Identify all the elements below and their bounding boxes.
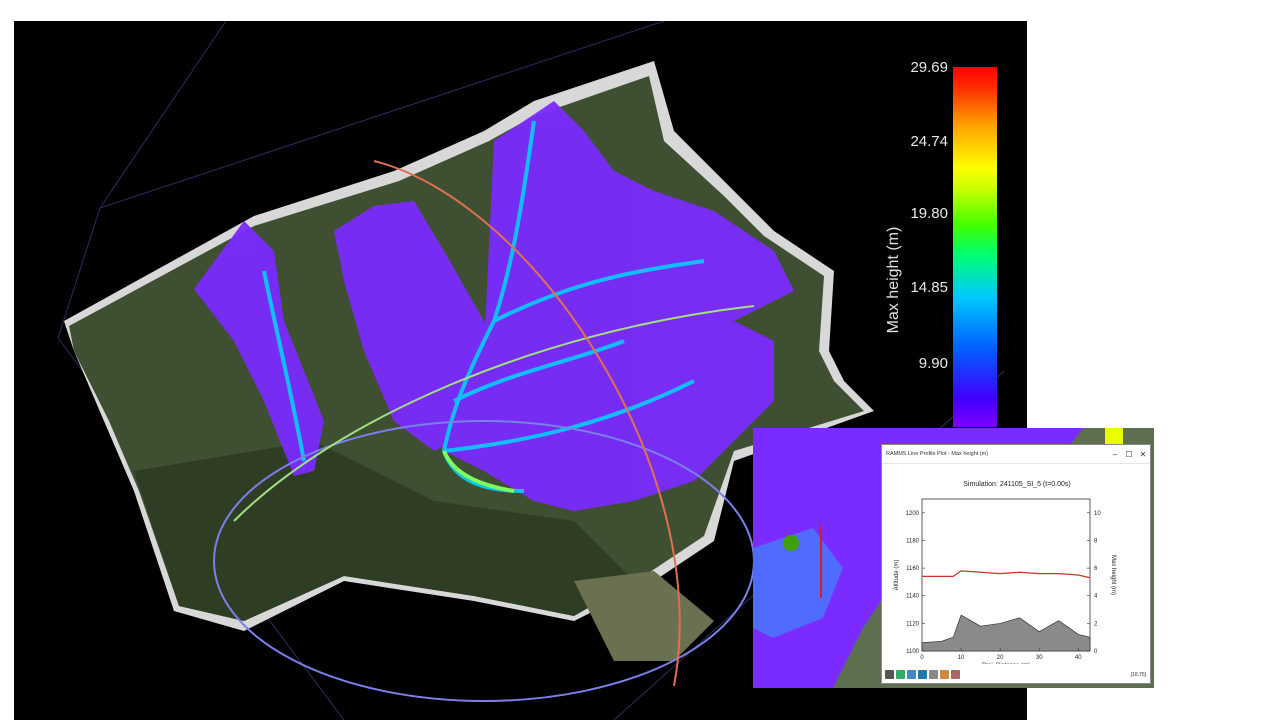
- profile-plot: 0 10 20 30 40 1100 1120 1140 1160 1180 1200 0 2 4 6 8 10…: [894, 498, 1116, 664]
- y2-tick-label: 2: [1094, 621, 1098, 627]
- plot-title: Simulation: 241105_SI_5 (t=0.00s): [963, 481, 1071, 488]
- copy-icon[interactable]: [907, 670, 916, 679]
- window-title: RAMMS Line Profile Plot - Max height (m): [886, 451, 989, 457]
- y-axis-label: Altitude (m): [894, 560, 900, 591]
- minimize-button[interactable]: –: [1108, 450, 1122, 459]
- zoom-icon[interactable]: [918, 670, 927, 679]
- y2-tick-label: 8: [1094, 538, 1098, 544]
- x-tick-label: 10: [958, 655, 965, 661]
- close-button[interactable]: ✕: [1136, 450, 1150, 459]
- colorbar: [953, 67, 997, 427]
- y2-tick-label: 4: [1094, 594, 1098, 600]
- x-axis-label: Proj. Distance (m): [982, 663, 1030, 664]
- x-tick-label: 20: [997, 655, 1004, 661]
- window-titlebar: RAMMS Line Profile Plot - Max height (m)…: [882, 445, 1150, 464]
- colorbar-title: Max height (m): [885, 226, 902, 334]
- status-text: [18,75]: [1130, 672, 1146, 678]
- y-tick-label: 1140: [906, 594, 920, 600]
- y2-tick-label: 10: [1094, 511, 1101, 517]
- y-tick-label: 1180: [906, 538, 920, 544]
- y-tick-label: 1160: [906, 566, 920, 572]
- maximize-button[interactable]: ☐: [1122, 450, 1136, 459]
- x-tick-label: 0: [920, 655, 924, 661]
- height-area: [921, 614, 1091, 652]
- colorbar-tick: 29.69: [910, 59, 948, 76]
- line-profile-window[interactable]: RAMMS Line Profile Plot - Max height (m)…: [881, 444, 1151, 684]
- plot-toolbar: [885, 670, 960, 679]
- save-icon[interactable]: [896, 670, 905, 679]
- print-icon[interactable]: [885, 670, 894, 679]
- y-tick-label: 1120: [906, 621, 920, 627]
- y-tick-label: 1100: [906, 649, 920, 655]
- export-icon[interactable]: [951, 670, 960, 679]
- y2-tick-label: 6: [1094, 566, 1098, 572]
- settings-icon[interactable]: [929, 670, 938, 679]
- x-tick-label: 30: [1036, 655, 1043, 661]
- altitude-line: [922, 570, 1091, 579]
- y-tick-label: 1200: [906, 511, 920, 517]
- y2-tick-label: 0: [1094, 649, 1098, 655]
- y2-axis-label: Max height (m): [1110, 555, 1116, 595]
- inset-panel: RAMMS Line Profile Plot - Max height (m)…: [753, 428, 1154, 688]
- pencil-icon[interactable]: [940, 670, 949, 679]
- x-tick-label: 40: [1075, 655, 1082, 661]
- colorbar-tick: 24.74: [910, 133, 948, 150]
